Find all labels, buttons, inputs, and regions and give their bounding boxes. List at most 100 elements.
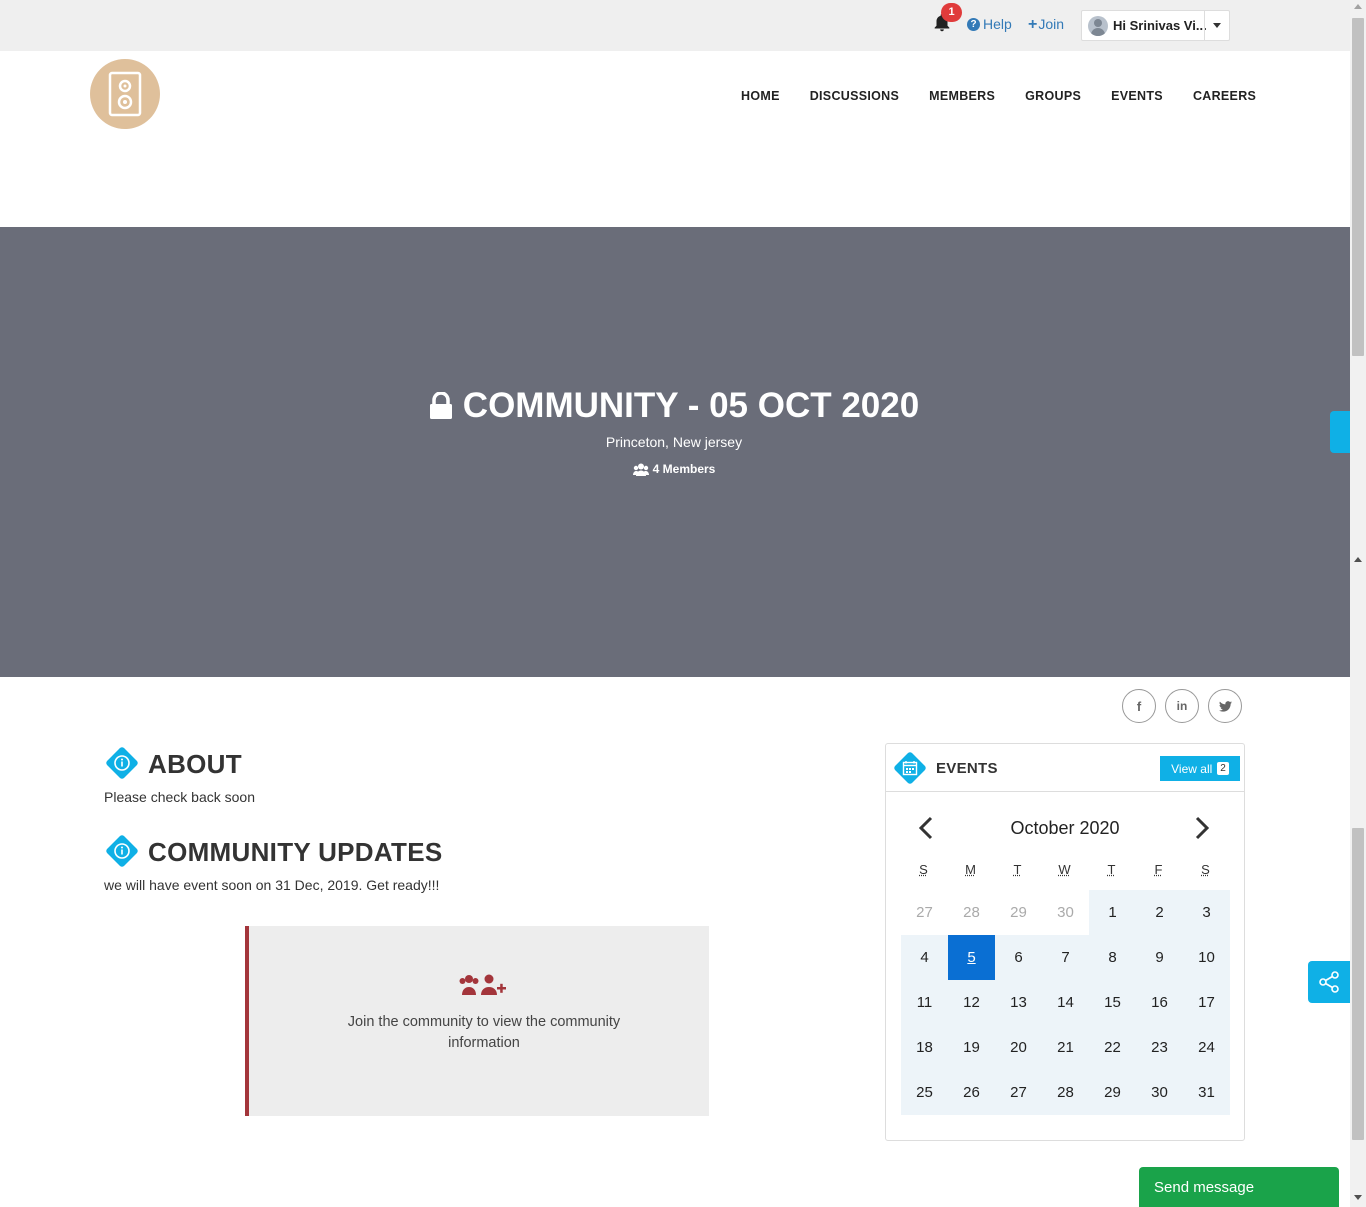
calendar-day-of-week: T [1107, 862, 1116, 877]
calendar-day[interactable]: 2 [1136, 890, 1183, 935]
updates-text: we will have event soon on 31 Dec, 2019.… [104, 877, 440, 893]
events-title: EVENTS [936, 760, 998, 777]
calendar-day[interactable]: 20 [995, 1025, 1042, 1070]
site-logo[interactable] [90, 59, 160, 129]
users-icon [632, 463, 649, 476]
calendar-day[interactable]: 12 [948, 980, 995, 1025]
share-icon [1319, 971, 1339, 993]
nav-careers[interactable]: CAREERS [1193, 89, 1256, 103]
join-link[interactable]: +Join [1028, 16, 1064, 34]
updates-title: COMMUNITY UPDATES [148, 837, 443, 867]
hero-title-row: COMMUNITY - 05 OCT 2020 [0, 386, 1348, 426]
calendar-day[interactable]: 3 [1183, 890, 1230, 935]
scroll-thumb[interactable] [1352, 18, 1364, 356]
notification-badge[interactable]: 1 [941, 3, 962, 22]
info-icon [106, 835, 138, 867]
help-label: Help [983, 16, 1012, 32]
calendar-day[interactable]: 6 [995, 935, 1042, 980]
calendar-day[interactable]: 7 [1042, 935, 1089, 980]
linkedin-icon: in [1176, 699, 1188, 713]
calendar-day-of-week: F [1154, 862, 1163, 877]
calendar-day[interactable]: 13 [995, 980, 1042, 1025]
about-title: ABOUT [148, 749, 242, 779]
calendar-day[interactable]: 14 [1042, 980, 1089, 1025]
scroll-down-arrow[interactable] [1354, 1195, 1362, 1200]
hero-members[interactable]: 4 Members [0, 462, 1348, 476]
events-panel: EVENTS View all 2 October 2020 S M T W T F S 27… [885, 743, 1245, 1141]
calendar-day[interactable]: 17 [1183, 980, 1230, 1025]
calendar-day[interactable]: 16 [1136, 980, 1183, 1025]
nav-members[interactable]: MEMBERS [929, 89, 995, 103]
main-nav: HOME DISCUSSIONS MEMBERS GROUPS EVENTS C… [741, 89, 1256, 103]
calendar-day[interactable]: 28 [948, 890, 995, 935]
calendar-day[interactable]: 25 [901, 1070, 948, 1115]
calendar-day[interactable]: 30 [1042, 890, 1089, 935]
send-message-button[interactable]: Send message [1139, 1167, 1339, 1207]
nav-events[interactable]: EVENTS [1111, 89, 1163, 103]
share-button[interactable] [1308, 961, 1350, 1003]
user-avatar [1088, 15, 1108, 36]
calendar-day[interactable]: 29 [995, 890, 1042, 935]
calendar-day[interactable]: 19 [948, 1025, 995, 1070]
side-feedback-tab[interactable] [1330, 411, 1350, 453]
calendar-day[interactable]: 1 [1089, 890, 1136, 935]
join-community-box: Join the community to view the community… [245, 926, 709, 1116]
hero-banner: COMMUNITY - 05 OCT 2020 Princeton, New j… [0, 227, 1350, 677]
twitter-icon [1218, 700, 1232, 712]
calendar-day[interactable]: 10 [1183, 935, 1230, 980]
about-text: Please check back soon [104, 789, 255, 805]
view-all-label: View all [1171, 761, 1213, 776]
user-menu-button[interactable]: Hi Srinivas Vi... [1081, 10, 1230, 41]
calendar-day-of-week: W [1058, 862, 1071, 877]
chevron-right-icon[interactable] [1192, 816, 1212, 840]
nav-groups[interactable]: GROUPS [1025, 89, 1081, 103]
scroll-thumb-secondary[interactable] [1352, 828, 1364, 1140]
help-link[interactable]: ? Help [967, 16, 1012, 32]
calendar-day[interactable]: 30 [1136, 1070, 1183, 1115]
twitter-share-button[interactable] [1208, 689, 1242, 723]
calendar-icon [894, 752, 926, 784]
members-count: 4 Members [652, 462, 716, 476]
help-icon: ? [967, 17, 980, 31]
calendar-day[interactable]: 15 [1089, 980, 1136, 1025]
hero-location: Princeton, New jersey [605, 434, 743, 450]
info-icon [106, 747, 138, 779]
calendar-day[interactable]: 8 [1089, 935, 1136, 980]
calendar-day[interactable]: 4 [901, 935, 948, 980]
plus-icon: + [1028, 16, 1038, 33]
users-plus-icon[interactable] [459, 974, 507, 996]
calendar-day[interactable]: 27 [901, 890, 948, 935]
lock-icon [429, 392, 452, 419]
user-name: Hi Srinivas Vi... [1113, 18, 1206, 33]
calendar-day[interactable]: 27 [995, 1070, 1042, 1115]
calendar-day[interactable]: 9 [1136, 935, 1183, 980]
nav-discussions[interactable]: DISCUSSIONS [810, 89, 899, 103]
calendar-day-today[interactable]: 5 [948, 935, 995, 980]
calendar-day[interactable]: 28 [1042, 1070, 1089, 1115]
calendar-day[interactable]: 24 [1183, 1025, 1230, 1070]
calendar-day-of-week: M [965, 862, 976, 877]
calendar-day[interactable]: 29 [1089, 1070, 1136, 1115]
scroll-up-arrow[interactable] [1354, 4, 1362, 9]
calendar-day-of-week: T [1013, 862, 1022, 877]
calendar-day[interactable]: 26 [948, 1070, 995, 1115]
events-header: EVENTS View all 2 [886, 744, 1244, 792]
join-label: Join [1038, 16, 1065, 32]
join-box-message: Join the community to view the community… [347, 1014, 621, 1051]
calendar-day-of-week: S [919, 862, 928, 877]
calendar-day[interactable]: 23 [1136, 1025, 1183, 1070]
calendar-day[interactable]: 31 [1183, 1070, 1230, 1115]
calendar-day[interactable]: 21 [1042, 1025, 1089, 1070]
facebook-share-button[interactable]: f [1122, 689, 1156, 723]
nav-home[interactable]: HOME [741, 89, 780, 103]
calendar-day[interactable]: 11 [901, 980, 948, 1025]
linkedin-share-button[interactable]: in [1165, 689, 1199, 723]
top-utility-bar: 1 ? Help +Join Hi Srinivas Vi... [0, 0, 1350, 51]
caret-down-icon[interactable] [1204, 11, 1229, 40]
view-all-count: 2 [1217, 762, 1229, 775]
page-title: COMMUNITY - 05 OCT 2020 [462, 386, 920, 425]
calendar-day[interactable]: 22 [1089, 1025, 1136, 1070]
calendar-day[interactable]: 18 [901, 1025, 948, 1070]
view-all-events-button[interactable]: View all 2 [1160, 756, 1240, 781]
scroll-marker [1354, 557, 1362, 562]
